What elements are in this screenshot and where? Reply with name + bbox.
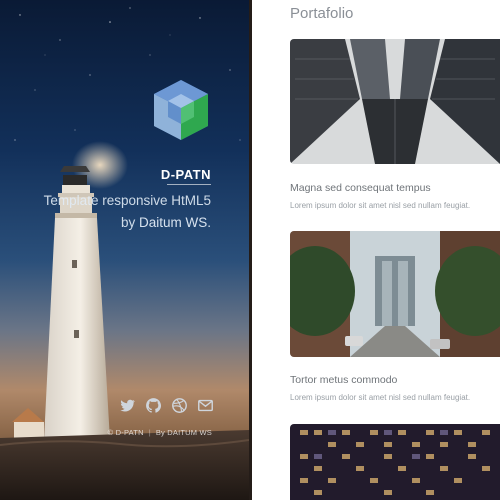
- hero-panel: D-PATN Template responsive HtML5 by Dait…: [0, 0, 249, 500]
- tagline-line1: Template responsive HtML5: [43, 193, 211, 208]
- copyright-text: © D-PATN: [107, 428, 144, 437]
- brand-name[interactable]: D-PATN: [161, 167, 211, 182]
- footer-separator: |: [148, 428, 151, 437]
- tagline: Template responsive HtML5 by Daitum WS.: [11, 190, 211, 234]
- card-text: Lorem ipsum dolor sit amet nisl sed null…: [290, 393, 471, 402]
- github-icon[interactable]: [145, 397, 162, 414]
- twitter-icon[interactable]: [119, 397, 136, 414]
- cube-logo-icon: [154, 80, 208, 140]
- section-title: Portafolio: [290, 5, 354, 22]
- dribbble-icon[interactable]: [171, 397, 188, 414]
- tagline-by: by: [120, 215, 136, 230]
- lighthouse-background-image: [0, 7, 249, 500]
- portfolio-image-skyscrapers[interactable]: [290, 39, 500, 164]
- card-title[interactable]: Tortor metus commodo: [290, 374, 397, 386]
- portfolio-image-bridge-street[interactable]: [290, 231, 500, 357]
- credit-link[interactable]: By DAITUM WS: [156, 428, 212, 437]
- author-link[interactable]: Daitum WS.: [139, 215, 211, 230]
- card-title[interactable]: Magna sed consequat tempus: [290, 182, 431, 194]
- sidebar-footer: © D-PATN | By DAITUM WS: [108, 428, 212, 437]
- portfolio-image-night-building[interactable]: [290, 424, 500, 500]
- portfolio-section: Portafolio Magna sed consequat tempus Lo…: [252, 0, 500, 500]
- mail-icon[interactable]: [197, 397, 214, 414]
- social-links: [119, 397, 214, 414]
- tagline-line2: by Daitum WS.: [11, 212, 211, 234]
- brand-underline: [167, 184, 211, 185]
- card-text: Lorem ipsum dolor sit amet nisl sed null…: [290, 201, 471, 210]
